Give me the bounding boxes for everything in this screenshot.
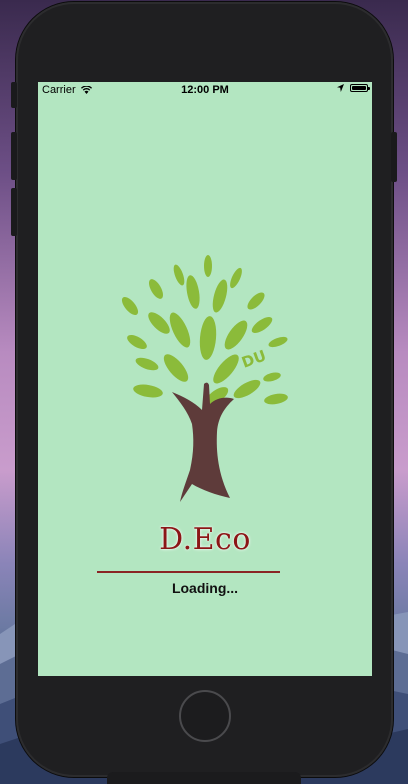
status-right-group: [337, 84, 370, 92]
volume-down-button: [11, 188, 17, 236]
leaf: [149, 279, 163, 299]
app-name: D.Eco: [159, 522, 251, 557]
tree-trunk: [172, 382, 234, 502]
volume-up-button: [11, 132, 17, 180]
leaf: [224, 320, 248, 350]
leaf: [199, 316, 217, 360]
leaf: [230, 267, 242, 289]
leaf: [233, 379, 261, 399]
loading-text: Loading...: [171, 580, 239, 596]
leaf: [148, 312, 170, 334]
leaf: [121, 296, 139, 316]
leaf: [163, 354, 189, 382]
leaf: [127, 335, 147, 349]
leaf: [263, 372, 281, 382]
leaf: [186, 275, 200, 309]
bottom-edge-bar: [107, 772, 301, 784]
status-time: 12:00 PM: [181, 84, 229, 96]
app-screen: Carrier 12:00 PM DU D.Eco Loading...: [38, 82, 372, 676]
leaf: [135, 357, 159, 371]
location-arrow-icon: [337, 84, 344, 92]
battery-cap: [368, 87, 370, 90]
leaf: [247, 292, 265, 310]
logo-badge-text: DU: [239, 346, 268, 371]
loading-divider: [97, 571, 280, 573]
battery-icon: [350, 84, 370, 92]
leaf: [251, 316, 273, 334]
leaf: [212, 279, 228, 313]
leaf: [268, 336, 288, 348]
power-button: [391, 132, 397, 182]
leaf: [133, 384, 163, 398]
status-bar: Carrier 12:00 PM: [38, 82, 372, 99]
battery-fill: [352, 86, 366, 90]
leaf: [264, 393, 288, 405]
tree-logo: DU: [121, 255, 288, 502]
mute-switch: [11, 82, 17, 108]
leaf: [169, 312, 191, 348]
leaf: [204, 255, 212, 277]
home-button[interactable]: [179, 690, 231, 742]
leaf: [213, 354, 239, 384]
leaf: [173, 264, 185, 286]
